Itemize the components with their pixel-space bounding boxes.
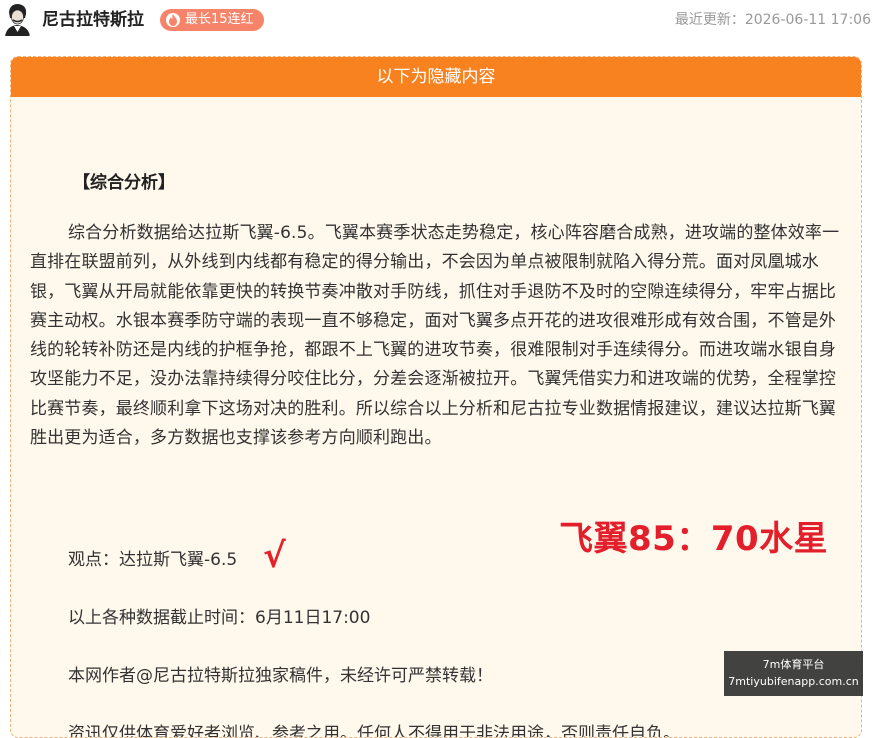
- cutoff-line: 以上各种数据截止时间：6月11日17:00: [68, 608, 371, 628]
- hidden-content-card: 以下为隐藏内容 【综合分析】 综合分析数据给达拉斯飞翼-6.5。飞翼本赛季状态走…: [10, 56, 862, 738]
- article-header: 尼古拉特斯拉 最长15连红 最近更新：2026-06-11 17:06: [0, 0, 874, 44]
- analysis-paragraph: 综合分析数据给达拉斯飞翼-6.5。飞翼本赛季状态走势稳定，核心阵容磨合成熟，进攻…: [30, 223, 840, 449]
- streak-badge-label: 最长15连红: [185, 12, 254, 27]
- last-updated-label: 最近更新：: [674, 12, 745, 28]
- final-score: 飞翼85：70水星: [559, 519, 829, 559]
- opinion-line: 观点：达拉斯飞翼-6.5: [68, 550, 238, 570]
- last-updated: 最近更新：2026-06-11 17:06: [675, 10, 871, 30]
- section-title: 【综合分析】: [73, 173, 175, 193]
- disclaimer-line: 资讯仅供体育爱好者浏览、参考之用。任何人不得用于非法用途，否则责任自负。: [68, 724, 680, 738]
- watermark-line-1: 7m体育平台: [762, 658, 825, 671]
- hidden-content-banner: 以下为隐藏内容: [11, 57, 861, 97]
- flame-icon: [166, 13, 180, 27]
- streak-badge: 最长15连红: [160, 9, 264, 31]
- site-watermark: 7m体育平台 7mtiyubifenapp.com.cn: [724, 651, 863, 696]
- watermark-line-2: 7mtiyubifenapp.com.cn: [728, 675, 859, 688]
- author-avatar[interactable]: [2, 2, 32, 36]
- check-mark: √: [263, 536, 286, 576]
- last-updated-time: 2026-06-11 17:06: [744, 12, 871, 28]
- copyright-line: 本网作者@尼古拉特斯拉独家稿件，未经许可严禁转载！: [68, 666, 493, 686]
- author-name[interactable]: 尼古拉特斯拉: [42, 8, 144, 32]
- portrait-avatar-icon: [2, 2, 32, 36]
